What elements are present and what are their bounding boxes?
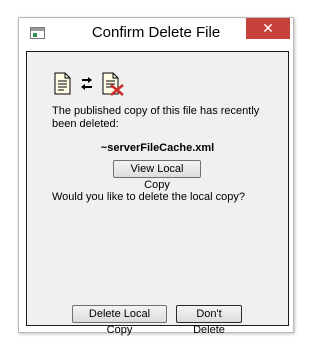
deleted-document-icon [102,72,124,96]
dialog-title: Confirm Delete File [91,24,221,41]
file-name: ~serverFileCache.xml [100,142,215,154]
close-button[interactable]: ✕ [246,18,290,39]
sync-arrows-icon [81,77,92,90]
confirm-delete-dialog: Confirm Delete File ✕ The published copy… [18,17,294,336]
delete-local-copy-button[interactable]: Delete Local Copy [72,305,167,336]
icon-group [54,72,124,96]
view-local-copy-button[interactable]: View Local Copy [113,160,201,191]
deleted-message: The published copy of this file has rece… [52,105,260,130]
application-window-icon[interactable] [30,27,45,39]
dialog-body: The published copy of this file has rece… [26,51,289,336]
document-icon [54,72,71,95]
dont-delete-button[interactable]: Don't Delete [176,305,242,336]
delete-question: Would you like to delete the local copy? [52,191,246,203]
title-bar[interactable]: Confirm Delete File ✕ [19,18,293,50]
